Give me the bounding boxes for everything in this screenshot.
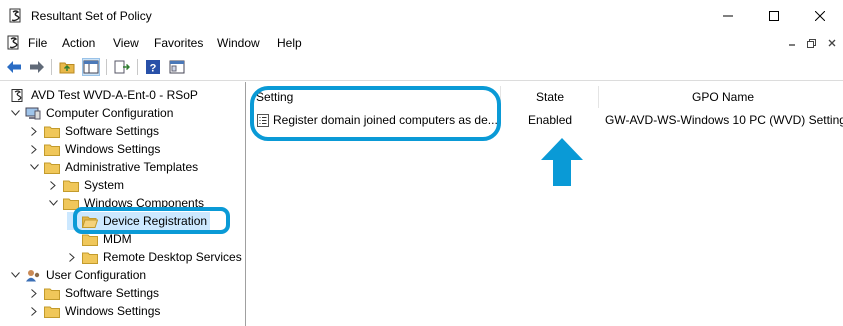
chevron-down-icon[interactable] bbox=[10, 108, 20, 118]
minimize-button[interactable] bbox=[705, 0, 751, 32]
column-header-state[interactable]: State bbox=[536, 90, 564, 104]
close-button[interactable] bbox=[797, 0, 843, 32]
menu-bar: File Action View Favorites Window Help bbox=[0, 32, 843, 54]
setting-state: Enabled bbox=[528, 113, 573, 127]
tree-item-computer-configuration[interactable]: Computer Configuration bbox=[10, 104, 173, 122]
highlight-setting-annotation bbox=[250, 86, 501, 141]
folder-icon bbox=[82, 252, 98, 264]
tree-item-label: Software Settings bbox=[65, 286, 160, 300]
tree-root[interactable]: AVD Test WVD-A-Ent-0 - RSoP bbox=[10, 86, 198, 104]
computer-icon bbox=[25, 107, 41, 119]
toolbar-separator bbox=[137, 59, 138, 75]
tree-item-label: Software Settings bbox=[65, 124, 160, 138]
help-icon: ? bbox=[146, 60, 160, 75]
menu-window[interactable]: Window bbox=[217, 36, 260, 50]
menu-file[interactable]: File bbox=[28, 36, 47, 50]
menu-action[interactable]: Action bbox=[62, 36, 95, 50]
up-folder-icon bbox=[59, 62, 75, 74]
tree-item-user-configuration[interactable]: User Configuration bbox=[10, 266, 146, 284]
chevron-down-icon[interactable] bbox=[29, 162, 39, 172]
rsop-icon bbox=[11, 88, 23, 102]
chevron-right-icon[interactable] bbox=[29, 144, 39, 154]
chevron-right-icon[interactable] bbox=[29, 288, 39, 298]
back-arrow-icon bbox=[7, 61, 21, 73]
tree-item-label: MDM bbox=[103, 232, 132, 246]
tree-item-label: Administrative Templates bbox=[65, 160, 199, 174]
tree-item-user-windows-settings[interactable]: Windows Settings bbox=[29, 302, 160, 320]
folder-icon bbox=[44, 144, 60, 156]
maximize-icon bbox=[769, 11, 779, 21]
child-restore-button[interactable] bbox=[803, 35, 820, 51]
user-icon bbox=[26, 269, 40, 281]
tree-item-administrative-templates[interactable]: Administrative Templates bbox=[29, 158, 198, 176]
highlight-device-registration-annotation bbox=[73, 207, 230, 234]
folder-icon bbox=[44, 306, 60, 318]
folder-icon bbox=[63, 180, 79, 192]
folder-icon bbox=[82, 234, 98, 246]
child-close-button[interactable] bbox=[823, 35, 840, 51]
tree-item-remote-desktop-services[interactable]: Remote Desktop Services bbox=[67, 248, 242, 266]
minimize-icon bbox=[723, 15, 733, 17]
tree-item-system[interactable]: System bbox=[48, 176, 124, 194]
export-list-icon bbox=[114, 60, 130, 74]
maximize-button[interactable] bbox=[751, 0, 797, 32]
chevron-down-icon[interactable] bbox=[10, 270, 20, 280]
tree-item-windows-settings[interactable]: Windows Settings bbox=[29, 140, 160, 158]
document-icon[interactable] bbox=[6, 35, 22, 51]
forward-button[interactable] bbox=[28, 58, 46, 76]
close-icon bbox=[828, 39, 835, 47]
toolbar-separator bbox=[51, 59, 52, 75]
column-divider[interactable] bbox=[598, 86, 599, 108]
svg-text:?: ? bbox=[150, 63, 157, 75]
folder-icon bbox=[44, 162, 60, 174]
show-hide-tree-button[interactable] bbox=[82, 58, 100, 76]
show-hide-tree-icon bbox=[83, 60, 99, 74]
toolbar: ? bbox=[0, 54, 843, 81]
column-header-gpo-name[interactable]: GPO Name bbox=[692, 90, 754, 104]
chevron-right-icon[interactable] bbox=[29, 306, 39, 316]
folder-icon bbox=[44, 288, 60, 300]
menu-help[interactable]: Help bbox=[277, 36, 302, 50]
close-icon bbox=[815, 11, 825, 21]
chevron-down-icon[interactable] bbox=[48, 198, 58, 208]
tree-item-label: Windows Settings bbox=[65, 142, 161, 156]
help-button[interactable]: ? bbox=[144, 58, 162, 76]
export-list-button[interactable] bbox=[113, 58, 131, 76]
folder-icon bbox=[44, 126, 60, 138]
gpo-name: GW-AVD-WS-Windows 10 PC (WVD) Settings bbox=[605, 113, 843, 127]
console-tree: AVD Test WVD-A-Ent-0 - RSoP Computer Con… bbox=[0, 82, 246, 326]
chevron-right-icon[interactable] bbox=[29, 126, 39, 136]
tree-root-label: AVD Test WVD-A-Ent-0 - RSoP bbox=[31, 88, 198, 102]
window-title: Resultant Set of Policy bbox=[31, 9, 152, 23]
up-one-level-button[interactable] bbox=[58, 58, 76, 76]
minimize-icon bbox=[788, 44, 795, 46]
toolbar-separator bbox=[106, 59, 107, 75]
chevron-right-icon[interactable] bbox=[67, 252, 77, 262]
tree-item-label: User Configuration bbox=[46, 268, 147, 282]
tree-item-software-settings[interactable]: Software Settings bbox=[29, 122, 159, 140]
tree-item-label: Remote Desktop Services bbox=[103, 250, 242, 264]
back-button[interactable] bbox=[5, 58, 23, 76]
rsop-icon bbox=[9, 8, 21, 23]
tree-item-label: Windows Settings bbox=[65, 304, 161, 318]
tree-item-label: System bbox=[84, 178, 125, 192]
tree-item-user-software-settings[interactable]: Software Settings bbox=[29, 284, 159, 302]
properties-icon bbox=[169, 60, 185, 74]
arrow-up-icon bbox=[541, 138, 583, 186]
menu-view[interactable]: View bbox=[113, 36, 139, 50]
chevron-right-icon[interactable] bbox=[48, 180, 58, 190]
forward-arrow-icon bbox=[30, 61, 44, 73]
tree-item-label: Computer Configuration bbox=[46, 106, 174, 120]
properties-button[interactable] bbox=[168, 58, 186, 76]
restore-icon bbox=[807, 38, 816, 48]
title-bar: Resultant Set of Policy bbox=[0, 0, 843, 32]
menu-favorites[interactable]: Favorites bbox=[154, 36, 203, 50]
child-minimize-button[interactable] bbox=[783, 35, 800, 51]
